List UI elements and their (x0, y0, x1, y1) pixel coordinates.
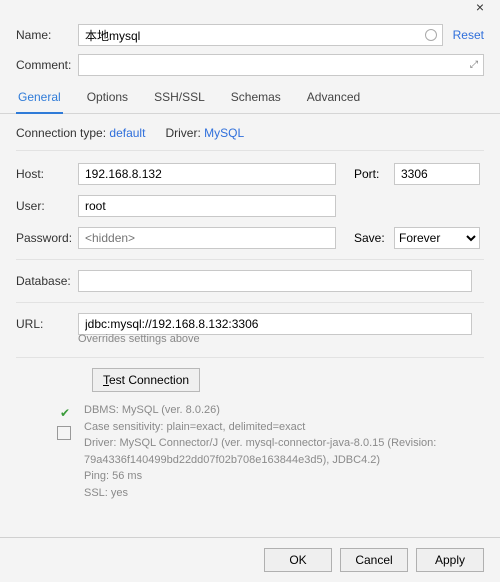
driver-value[interactable]: MySQL (204, 126, 244, 140)
port-input[interactable] (394, 163, 480, 185)
tab-advanced[interactable]: Advanced (305, 84, 362, 113)
user-label: User: (16, 199, 78, 213)
password-label: Password: (16, 231, 78, 245)
info-line: SSL: yes (84, 485, 436, 502)
password-input[interactable] (78, 227, 336, 249)
tab-bar: General Options SSH/SSL Schemas Advanced (0, 84, 500, 114)
apply-button[interactable]: Apply (416, 548, 484, 572)
copy-icon[interactable] (59, 428, 71, 440)
ok-button[interactable]: OK (264, 548, 332, 572)
database-input[interactable] (78, 270, 472, 292)
tab-options[interactable]: Options (85, 84, 130, 113)
expand-icon[interactable]: ⤢ (470, 60, 478, 71)
host-row: Host: Port: (16, 163, 484, 185)
user-input[interactable] (78, 195, 336, 217)
url-input[interactable] (78, 313, 472, 335)
connection-type-value[interactable]: default (109, 126, 145, 140)
database-row: Database: (16, 270, 484, 292)
tab-general[interactable]: General (16, 84, 63, 114)
database-label: Database: (16, 274, 78, 288)
test-label-rest: est Connection (109, 373, 189, 387)
info-text: DBMS: MySQL (ver. 8.0.26) Case sensitivi… (84, 402, 436, 501)
host-label: Host: (16, 167, 78, 181)
driver-label: Driver: (165, 126, 200, 140)
url-row: URL: (16, 313, 484, 335)
password-row: Password: Save: Forever (16, 227, 484, 249)
user-row: User: (16, 195, 484, 217)
reset-link[interactable]: Reset (453, 28, 484, 42)
connection-info: ✔ DBMS: MySQL (ver. 8.0.26) Case sensiti… (56, 402, 484, 501)
save-label: Save: (354, 231, 394, 245)
tab-ssh-ssl[interactable]: SSH/SSL (152, 84, 207, 113)
tab-schemas[interactable]: Schemas (229, 84, 283, 113)
color-circle-icon[interactable] (425, 29, 437, 41)
info-line: Case sensitivity: plain=exact, delimited… (84, 419, 436, 436)
divider (16, 357, 484, 358)
comment-row: Comment: ⤢ (16, 54, 484, 76)
info-line: 79a4336f140499bd22dd07f02b708e163844e3d5… (84, 452, 436, 469)
url-label: URL: (16, 317, 78, 331)
test-row: Test Connection (92, 368, 484, 392)
info-line: Ping: 56 ms (84, 468, 436, 485)
comment-input[interactable] (78, 54, 484, 76)
info-line: DBMS: MySQL (ver. 8.0.26) (84, 402, 436, 419)
dialog-footer: OK Cancel Apply (0, 537, 500, 582)
titlebar: × (0, 0, 500, 18)
connection-type-label: Connection type: (16, 126, 106, 140)
port-label: Port: (354, 167, 394, 181)
check-icon: ✔ (60, 404, 70, 422)
host-input[interactable] (78, 163, 336, 185)
name-input[interactable] (78, 24, 443, 46)
dialog-window: × Name: Reset Comment: ⤢ General Options… (0, 0, 500, 582)
comment-label: Comment: (16, 58, 78, 72)
save-select[interactable]: Forever (394, 227, 480, 249)
divider (16, 302, 484, 303)
name-row: Name: Reset (16, 24, 484, 46)
test-connection-button[interactable]: Test Connection (92, 368, 200, 392)
close-icon[interactable]: × (466, 0, 494, 14)
info-icons: ✔ (56, 402, 74, 501)
divider (16, 259, 484, 260)
dialog-body: Name: Reset Comment: ⤢ General Options S… (0, 18, 500, 537)
cancel-button[interactable]: Cancel (340, 548, 408, 572)
name-label: Name: (16, 28, 78, 42)
connection-type-line: Connection type: default Driver: MySQL (16, 114, 484, 151)
info-line: Driver: MySQL Connector/J (ver. mysql-co… (84, 435, 436, 452)
